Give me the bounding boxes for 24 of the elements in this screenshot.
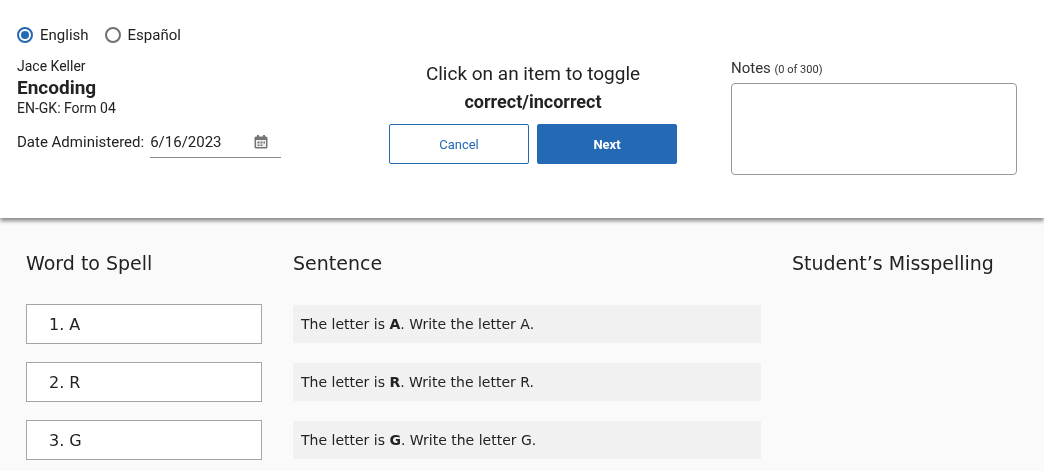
notes-label: Notes [731,59,771,77]
word-item[interactable]: 1. A [26,304,262,344]
cancel-button[interactable]: Cancel [389,124,529,164]
word-item[interactable]: 3. G [26,420,262,460]
language-radio[interactable]: English [17,26,89,44]
column-header: Sentence [293,252,384,276]
sentence-text: The letter is G. Write the letter G. [293,421,761,459]
instruction-text: Click on an item to toggle [425,62,641,85]
column-header: Word to Spell [26,252,154,276]
date-field[interactable]: 6/16/2023 [150,126,282,158]
student-name: Jace Keller [17,58,87,74]
notes-field[interactable] [731,83,1017,175]
instruction-text: correct/incorrect [464,91,602,112]
sentence-text: The letter is A. Write the letter A. [293,305,761,343]
assessment-title: Encoding [17,76,98,99]
sentence-text: The letter is R. Write the letter R. [293,363,761,401]
column-header: Student’s Misspelling [792,252,995,276]
character-counter: (0 of 300) [774,63,823,76]
form-name: EN-GK: Form 04 [17,100,117,116]
calendar-icon[interactable] [253,133,270,150]
language-radio[interactable]: Español [104,26,181,44]
word-item[interactable]: 2. R [26,362,262,402]
date-label: Date Administered: [17,133,145,151]
next-button[interactable]: Next [537,124,677,164]
